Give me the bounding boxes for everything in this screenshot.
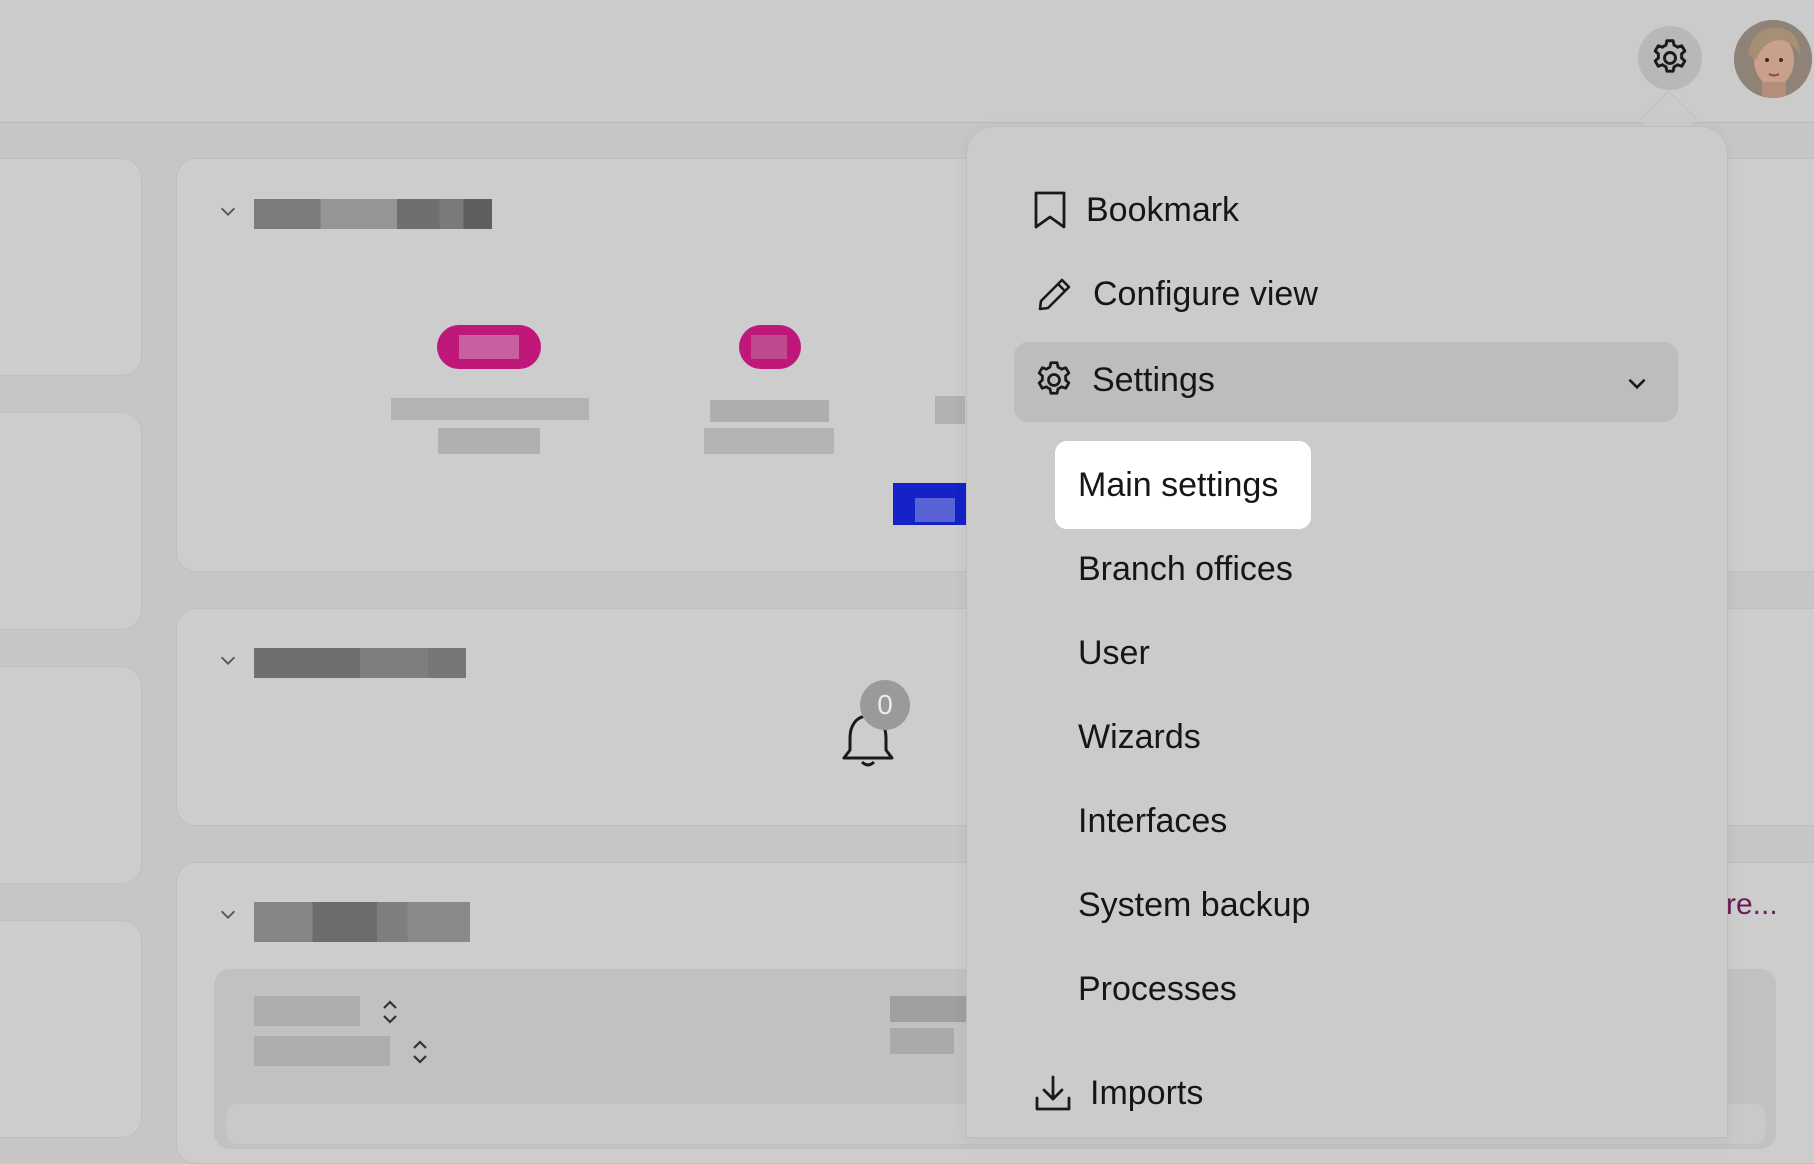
submenu-item-processes[interactable]: Processes	[1078, 970, 1237, 1009]
chevron-down-icon[interactable]	[217, 200, 239, 222]
left-card-2	[0, 412, 142, 630]
primary-button[interactable]	[893, 483, 973, 525]
pencil-icon	[1035, 274, 1075, 314]
cell-placeholder	[890, 1028, 954, 1054]
card-title-placeholder	[254, 902, 470, 942]
column-header-placeholder	[254, 996, 360, 1026]
menu-item-configure-view[interactable]: Configure view	[1035, 274, 1318, 314]
left-card-4	[0, 920, 142, 1138]
chevron-down-icon[interactable]	[1624, 370, 1650, 396]
text-placeholder	[391, 398, 589, 420]
text-placeholder	[935, 396, 965, 424]
submenu-item-interfaces[interactable]: Interfaces	[1078, 802, 1227, 841]
chevron-down-icon[interactable]	[217, 903, 239, 925]
text-placeholder	[704, 428, 834, 454]
menu-item-imports[interactable]: Imports	[1032, 1072, 1203, 1114]
status-pill[interactable]	[739, 325, 801, 369]
menu-item-bookmark[interactable]: Bookmark	[1030, 190, 1239, 230]
card-title-placeholder	[254, 648, 466, 678]
submenu-item-main-settings[interactable]: Main settings	[1078, 466, 1278, 505]
sort-icon[interactable]	[408, 1038, 432, 1066]
status-pill[interactable]	[437, 325, 541, 369]
download-icon	[1032, 1072, 1074, 1114]
settings-button[interactable]	[1638, 26, 1702, 90]
cell-placeholder	[890, 996, 970, 1022]
submenu-item-system-backup[interactable]: System backup	[1078, 886, 1310, 925]
gear-icon	[1032, 358, 1076, 402]
bookmark-icon	[1030, 190, 1070, 230]
notification-count-badge: 0	[860, 680, 910, 730]
user-avatar[interactable]	[1734, 20, 1812, 98]
gear-icon	[1653, 39, 1687, 73]
menu-item-label: Bookmark	[1086, 190, 1240, 229]
left-card-3	[0, 666, 142, 884]
chevron-down-icon[interactable]	[217, 649, 239, 671]
text-placeholder	[438, 428, 540, 454]
menu-item-label: Configure view	[1093, 274, 1318, 313]
text-placeholder	[710, 400, 829, 422]
column-header-placeholder	[254, 1036, 390, 1066]
top-bar	[0, 0, 1814, 123]
menu-item-label: Settings	[1092, 360, 1215, 399]
submenu-item-wizards[interactable]: Wizards	[1078, 718, 1201, 757]
menu-item-label: Imports	[1090, 1073, 1204, 1112]
card-title-placeholder	[254, 199, 492, 229]
submenu-item-branch-offices[interactable]: Branch offices	[1078, 550, 1293, 589]
show-more-link[interactable]: re...	[1726, 888, 1778, 922]
left-card-1	[0, 158, 142, 376]
sort-icon[interactable]	[378, 998, 402, 1026]
submenu-item-user[interactable]: User	[1078, 634, 1150, 673]
settings-group-header[interactable]: Settings	[1032, 358, 1215, 402]
